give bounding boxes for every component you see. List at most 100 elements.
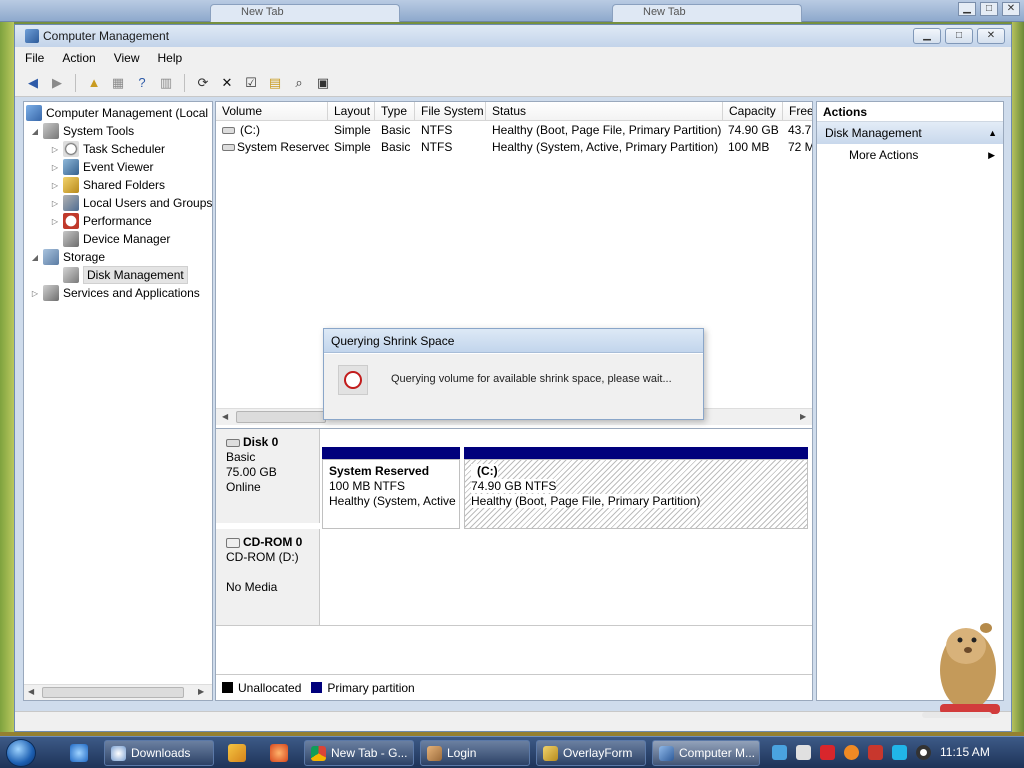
internet-explorer-icon[interactable]	[70, 744, 88, 762]
partition-status: Healthy (System, Active	[329, 494, 456, 508]
tree-item-event-viewer[interactable]: ▷ Event Viewer	[50, 158, 153, 176]
partition-name: System Reserved	[329, 464, 430, 478]
tree-horizontal-scrollbar[interactable]: ◀ ▶	[24, 684, 212, 700]
disk-0-label[interactable]: Disk 0 Basic 75.00 GB Online	[216, 429, 320, 523]
expand-arrow-icon[interactable]: ▷	[50, 181, 60, 190]
show-hide-tree-icon[interactable]: ▦	[108, 73, 128, 93]
scroll-right-icon[interactable]: ▶	[800, 412, 806, 421]
legend-swatch-unallocated	[222, 682, 233, 693]
forward-arrow-icon[interactable]: ▶	[47, 73, 67, 93]
expand-arrow-icon[interactable]: ▷	[50, 145, 60, 154]
flag-icon[interactable]	[868, 745, 883, 760]
storage-icon	[43, 249, 59, 265]
cell-type: Basic	[381, 123, 411, 137]
clock[interactable]: 11:15 AM	[940, 745, 990, 759]
network-icon[interactable]	[772, 745, 787, 760]
tree-item-services-and-applications[interactable]: ▷ Services and Applications	[30, 284, 200, 302]
maximize-icon[interactable]: □	[980, 2, 998, 16]
up-folder-icon[interactable]: ▲	[84, 73, 104, 93]
scroll-right-icon[interactable]: ▶	[198, 687, 204, 696]
app-icon[interactable]	[270, 744, 288, 762]
minimize-icon[interactable]: ▁	[958, 2, 976, 16]
tree-item-storage[interactable]: ◢ Storage	[30, 248, 105, 266]
background-strip-left	[0, 22, 14, 732]
collapse-arrow-icon[interactable]: ◢	[30, 127, 40, 136]
volume-icon	[222, 127, 235, 134]
search-tray-icon[interactable]	[844, 745, 859, 760]
menu-view[interactable]: View	[114, 51, 140, 65]
menu-file[interactable]: File	[25, 51, 44, 65]
media-player-icon[interactable]	[228, 744, 246, 762]
tree-item-local-users[interactable]: ▷ Local Users and Groups	[50, 194, 212, 212]
menu-help[interactable]: Help	[158, 51, 183, 65]
partition-system-reserved[interactable]: System Reserved 100 MB NTFS Healthy (Sys…	[322, 459, 460, 529]
minimize-button[interactable]: ▁	[913, 28, 941, 44]
tray-app-icon[interactable]	[796, 745, 811, 760]
display-icon[interactable]	[892, 745, 907, 760]
column-header-file-system[interactable]: File System	[415, 102, 486, 121]
tree-item-device-manager[interactable]: Device Manager	[63, 230, 170, 248]
tree-item-system-tools[interactable]: ◢ System Tools	[30, 122, 134, 140]
tree-item-shared-folders[interactable]: ▷ Shared Folders	[50, 176, 165, 194]
tree-item-disk-management[interactable]: Disk Management	[63, 266, 188, 284]
column-header-type[interactable]: Type	[375, 102, 415, 121]
scroll-left-icon[interactable]: ◀	[28, 687, 34, 696]
expand-arrow-icon[interactable]: ▷	[30, 289, 40, 298]
show-hide-action-pane-icon[interactable]: ▥	[156, 73, 176, 93]
column-header-status[interactable]: Status	[486, 102, 723, 121]
start-button[interactable]	[6, 739, 36, 767]
column-header-capacity[interactable]: Capacity	[723, 102, 783, 121]
settings-icon[interactable]: ▣	[313, 73, 333, 93]
column-header-volume[interactable]: Volume	[216, 102, 328, 121]
partition-c[interactable]: (C:) 74.90 GB NTFS Healthy (Boot, Page F…	[464, 459, 808, 529]
tree-item-task-scheduler[interactable]: ▷ Task Scheduler	[50, 140, 165, 158]
close-icon[interactable]: ✕	[1002, 2, 1020, 16]
volume-icon[interactable]	[916, 745, 931, 760]
title-bar[interactable]: Computer Management ▁ □ ✕	[15, 25, 1011, 47]
taskbar-item-new-tab[interactable]: New Tab - G...	[304, 740, 414, 766]
search-icon[interactable]: ⌕	[289, 73, 309, 93]
partition-bar-system-reserved	[322, 447, 460, 459]
expand-arrow-icon[interactable]: ▷	[50, 199, 60, 208]
disk-state: Online	[226, 480, 261, 494]
collapse-up-icon[interactable]: ▲	[988, 122, 997, 144]
collapse-arrow-icon[interactable]: ◢	[30, 253, 40, 262]
cell-type: Basic	[381, 140, 411, 154]
taskbar-item-computer-management[interactable]: Computer M...	[652, 740, 760, 766]
properties-icon[interactable]: ☑	[241, 73, 261, 93]
partition-size: 100 MB NTFS	[329, 479, 406, 493]
column-header-free[interactable]: Free	[783, 102, 812, 121]
menu-bar: File Action View Help	[15, 47, 1011, 69]
more-actions-item[interactable]: More Actions ▶	[817, 144, 1003, 166]
scrollbar-thumb[interactable]	[236, 411, 326, 423]
submenu-arrow-icon: ▶	[988, 150, 995, 160]
delete-icon[interactable]: ✕	[217, 73, 237, 93]
background-tab[interactable]: New Tab	[210, 4, 400, 22]
back-arrow-icon[interactable]: ◀	[23, 73, 43, 93]
disk-name: Disk 0	[243, 435, 279, 449]
legend-label-unallocated: Unallocated	[238, 680, 302, 695]
column-header-layout[interactable]: Layout	[328, 102, 375, 121]
antivirus-icon[interactable]	[820, 745, 835, 760]
taskbar-item-overlayform[interactable]: OverlayForm	[536, 740, 646, 766]
scroll-left-icon[interactable]: ◀	[222, 412, 228, 421]
legend: Unallocated Primary partition	[216, 674, 812, 700]
refresh-icon[interactable]: ⟳	[193, 73, 213, 93]
tree-item-performance[interactable]: ▷ Performance	[50, 212, 152, 230]
menu-action[interactable]: Action	[62, 51, 95, 65]
actions-section-disk-management[interactable]: Disk Management ▲	[817, 122, 1003, 144]
background-tab[interactable]: New Tab	[612, 4, 802, 22]
dialog-message: Querying volume for available shrink spa…	[391, 373, 672, 385]
scrollbar-thumb[interactable]	[42, 687, 184, 698]
open-folder-icon[interactable]: ▤	[265, 73, 285, 93]
tree-item-computer-management[interactable]: Computer Management (Local	[26, 104, 208, 122]
maximize-button[interactable]: □	[945, 28, 973, 44]
expand-arrow-icon[interactable]: ▷	[50, 217, 60, 226]
dialog-title[interactable]: Querying Shrink Space	[324, 329, 703, 353]
expand-arrow-icon[interactable]: ▷	[50, 163, 60, 172]
taskbar-item-downloads[interactable]: Downloads	[104, 740, 214, 766]
close-button[interactable]: ✕	[977, 28, 1005, 44]
help-icon[interactable]: ?	[132, 73, 152, 93]
taskbar-item-login[interactable]: Login	[420, 740, 530, 766]
cdrom-0-label[interactable]: CD-ROM 0 CD-ROM (D:) No Media	[216, 529, 320, 625]
